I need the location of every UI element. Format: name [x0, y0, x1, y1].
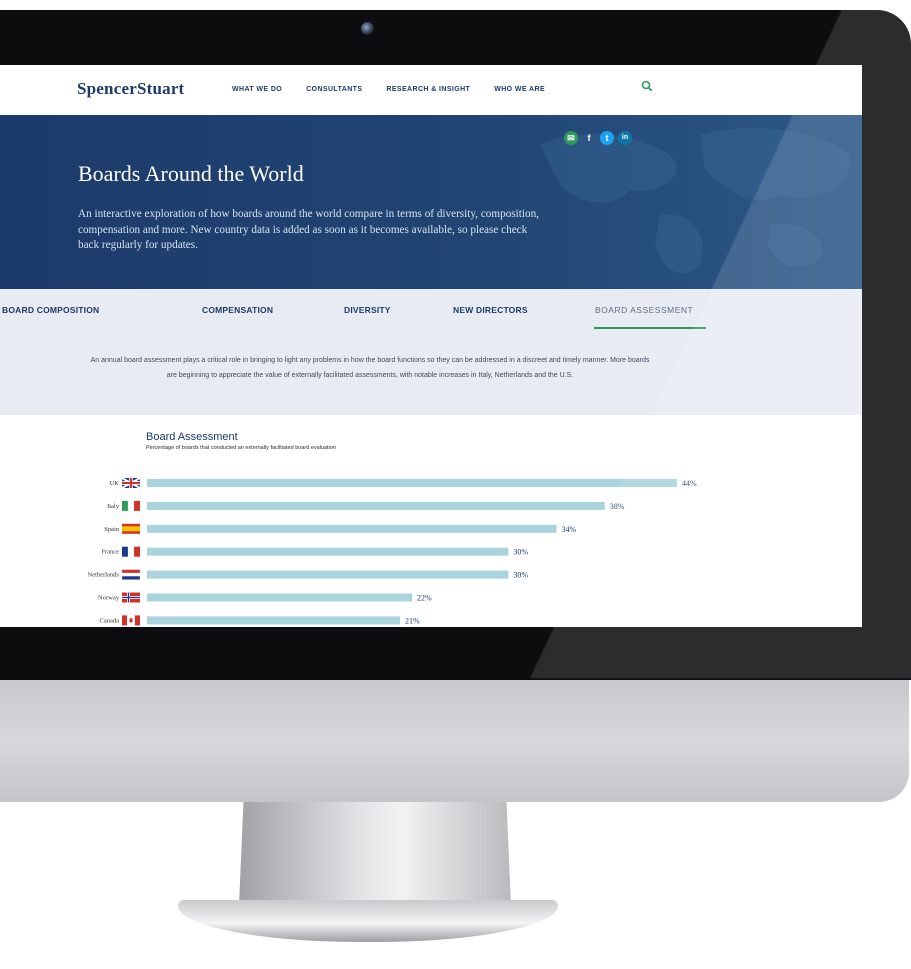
tab-new-directors[interactable]: NEW DIRECTORS: [453, 305, 528, 315]
twitter-icon[interactable]: t: [600, 131, 614, 145]
bar[interactable]: [147, 547, 509, 556]
board-assessment-chart: Board Assessment Percentage of boards th…: [0, 415, 862, 627]
webcam-icon: [361, 22, 374, 35]
search-icon[interactable]: [640, 80, 654, 94]
flag-icon: [122, 592, 140, 603]
bar[interactable]: [147, 501, 605, 510]
page-description: An interactive exploration of how boards…: [78, 208, 539, 251]
bar-chart-svg: UK 44% Italy 38% Spain 34% France 30% Netherland…: [88, 477, 697, 626]
top-navigation: SpencerStuart WHAT WE DO CONSULTANTS RES…: [0, 65, 862, 115]
category-label: Spain: [104, 526, 120, 533]
share-icon[interactable]: ✉: [564, 131, 578, 145]
nav-links: WHAT WE DO CONSULTANTS RESEARCH & INSIGH…: [232, 86, 569, 93]
tab-diversity[interactable]: DIVERSITY: [344, 305, 391, 315]
category-label: Norway: [98, 595, 120, 602]
active-tab-indicator: [594, 327, 706, 329]
category-label: France: [101, 549, 119, 556]
nav-item-what-we-do[interactable]: WHAT WE DO: [232, 86, 282, 93]
bar[interactable]: [147, 616, 400, 625]
monitor-base: [178, 900, 558, 942]
category-label: Canada: [100, 617, 120, 624]
nav-item-research-insight[interactable]: RESEARCH & INSIGHT: [386, 86, 470, 93]
data-label: 34%: [562, 525, 577, 534]
facebook-icon[interactable]: f: [582, 131, 596, 145]
nav-item-who-we-are[interactable]: WHO WE ARE: [494, 86, 545, 93]
flag-icon: [122, 500, 140, 511]
hero-banner: ✉ f t in Boards Around the World An inte…: [0, 115, 862, 289]
social-share-bar: ✉ f t in: [564, 131, 632, 145]
data-label: 30%: [513, 548, 528, 557]
category-label: UK: [110, 480, 120, 487]
flag-icon: [122, 546, 140, 557]
flag-icon: [122, 615, 140, 626]
site-logo[interactable]: SpencerStuart: [77, 79, 184, 99]
category-label: Netherlands: [88, 572, 120, 579]
data-label: 22%: [417, 594, 432, 603]
intro-section: An annual board assessment plays a criti…: [0, 333, 862, 415]
browser-screen: SpencerStuart WHAT WE DO CONSULTANTS RES…: [0, 65, 862, 627]
page-title: Boards Around the World: [78, 161, 304, 186]
data-label: 30%: [513, 571, 528, 580]
data-label: 44%: [682, 479, 697, 488]
intro-text: An annual board assessment plays a criti…: [90, 357, 650, 379]
tab-compensation[interactable]: COMPENSATION: [202, 305, 273, 315]
monitor-chin: [0, 680, 909, 802]
bar[interactable]: [147, 524, 557, 533]
flag-icon: [121, 569, 141, 580]
bar[interactable]: [147, 479, 677, 487]
data-label: 38%: [610, 502, 625, 511]
data-label: 21%: [405, 616, 420, 625]
bar[interactable]: [147, 570, 509, 579]
section-tabs: BOARD COMPOSITION COMPENSATION DIVERSITY…: [0, 289, 862, 333]
flag-icon: [121, 477, 141, 489]
bar[interactable]: [147, 593, 412, 602]
nav-item-consultants[interactable]: CONSULTANTS: [306, 86, 362, 93]
tab-board-assessment[interactable]: BOARD ASSESSMENT: [595, 305, 693, 315]
linkedin-icon[interactable]: in: [618, 131, 632, 145]
tab-board-composition[interactable]: BOARD COMPOSITION: [2, 305, 99, 315]
flag-icon: [122, 523, 140, 534]
category-label: Italy: [107, 503, 120, 510]
